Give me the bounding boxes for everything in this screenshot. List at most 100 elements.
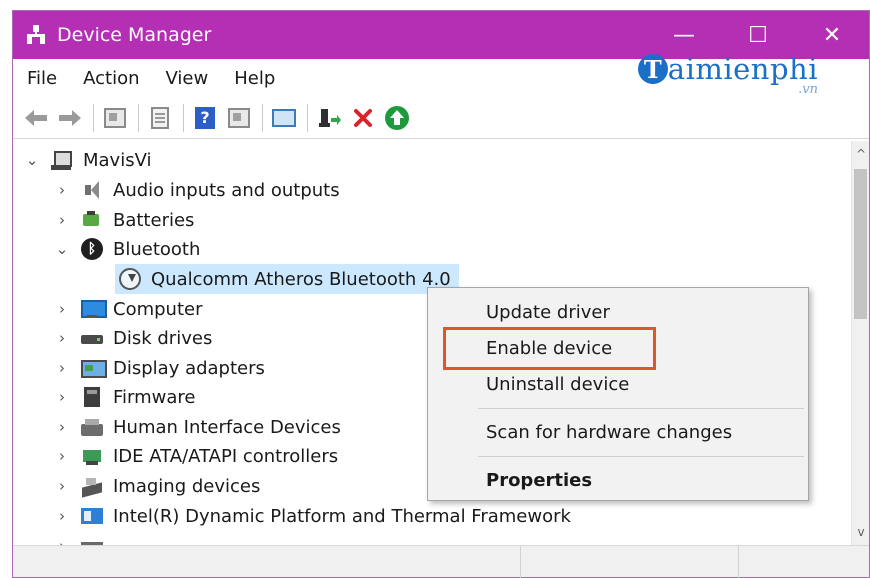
- scan-hardware-button[interactable]: [269, 103, 299, 133]
- tree-item-batteries[interactable]: › Batteries: [53, 205, 194, 235]
- toolbar-separator: [307, 103, 308, 132]
- chevron-right-icon[interactable]: ›: [53, 388, 71, 406]
- chevron-right-icon[interactable]: ›: [53, 300, 71, 318]
- tree-item-qualcomm-bluetooth[interactable]: Qualcomm Atheros Bluetooth 4.0: [115, 264, 459, 294]
- tree-root-row[interactable]: ⌄ MavisVi: [23, 145, 152, 175]
- tree-root-label: MavisVi: [83, 149, 152, 171]
- tree-item-display-adapters[interactable]: › Display adapters: [53, 353, 265, 383]
- vertical-scrollbar[interactable]: ^ v: [851, 141, 869, 545]
- status-bar: [13, 545, 869, 578]
- close-icon: ✕: [822, 22, 842, 48]
- chevron-right-icon[interactable]: ›: [53, 181, 71, 199]
- tree-item-label: Batteries: [113, 209, 195, 231]
- tree-item-intel-platform[interactable]: › Intel(R) Dynamic Platform and Thermal …: [53, 501, 571, 531]
- menu-file[interactable]: File: [13, 68, 70, 89]
- document-icon: [151, 106, 169, 129]
- chevron-right-icon[interactable]: ›: [53, 537, 71, 545]
- menu-item-scan-hardware[interactable]: Scan for hardware changes: [486, 417, 732, 447]
- menu-item-update-driver[interactable]: Update driver: [486, 297, 610, 327]
- bluetooth-icon: ᛒ: [81, 238, 103, 260]
- tree-item-hid[interactable]: › Human Interface Devices: [53, 412, 341, 442]
- uninstall-icon: [354, 108, 372, 127]
- tree-item-firmware[interactable]: › Firmware: [53, 382, 196, 412]
- chevron-right-icon[interactable]: ›: [53, 329, 71, 347]
- uninstall-device-button[interactable]: [348, 103, 378, 133]
- tree-item-computer[interactable]: › Computer: [53, 294, 202, 324]
- tree-item-label: Audio inputs and outputs: [113, 179, 340, 201]
- forward-button[interactable]: [55, 103, 85, 133]
- chevron-right-icon[interactable]: ›: [53, 447, 71, 465]
- display-adapter-icon: [81, 357, 107, 379]
- menu-view[interactable]: View: [153, 68, 222, 89]
- brand-logo-suffix: .vn: [798, 82, 818, 97]
- back-arrow-icon: [25, 109, 47, 126]
- toolbar-separator: [262, 103, 263, 132]
- help-button[interactable]: ?: [190, 103, 220, 133]
- computer-root-icon: [51, 149, 73, 171]
- help-icon: ?: [195, 106, 215, 129]
- chevron-right-icon[interactable]: ›: [53, 418, 71, 436]
- context-menu: Update driver Enable device Uninstall de…: [427, 287, 809, 501]
- properties-button[interactable]: [145, 103, 175, 133]
- action-pane-icon: [228, 107, 250, 128]
- tree-item-label: Qualcomm Atheros Bluetooth 4.0: [151, 268, 451, 290]
- disk-drive-icon: [81, 327, 103, 349]
- tree-item-bluetooth[interactable]: ⌄ ᛒ Bluetooth: [53, 234, 200, 264]
- hid-icon: [81, 416, 103, 438]
- scroll-thumb[interactable]: [854, 169, 867, 319]
- speaker-icon: [81, 179, 103, 201]
- brand-logo-text: aimienphi: [667, 52, 818, 86]
- scroll-down-icon[interactable]: v: [852, 523, 870, 541]
- tree-item-label: Computer: [113, 298, 203, 320]
- battery-icon: [81, 209, 103, 231]
- chevron-down-icon[interactable]: ⌄: [23, 151, 41, 169]
- monitor-icon: [81, 298, 107, 320]
- firmware-icon: [81, 386, 103, 408]
- chevron-right-icon[interactable]: ›: [53, 477, 71, 495]
- enable-device-button[interactable]: [382, 103, 412, 133]
- tree-item-audio[interactable]: › Audio inputs and outputs: [53, 175, 340, 205]
- tree-item-ide-controllers[interactable]: › IDE ATA/ATAPI controllers: [53, 441, 338, 471]
- keyboard-icon: [81, 535, 103, 545]
- menu-help[interactable]: Help: [221, 68, 288, 89]
- monitor-scan-icon: [272, 108, 296, 127]
- toolbar-separator: [138, 103, 139, 132]
- chevron-down-icon[interactable]: ⌄: [53, 240, 71, 258]
- imaging-device-icon: [81, 475, 103, 497]
- device-manager-icon: [25, 24, 47, 46]
- status-pane-tertiary: [739, 546, 869, 578]
- toolbar: ?: [13, 97, 869, 139]
- show-action-pane-button[interactable]: [224, 103, 254, 133]
- menu-item-properties[interactable]: Properties: [486, 465, 592, 495]
- ide-controller-icon: [81, 445, 103, 467]
- tree-item-label: IDE ATA/ATAPI controllers: [113, 445, 339, 467]
- tree-item-label: Disk drives: [113, 327, 213, 349]
- show-hide-console-tree-button[interactable]: [100, 103, 130, 133]
- menu-separator: [478, 456, 804, 457]
- update-driver-icon: [319, 108, 341, 127]
- tree-item-disk-drives[interactable]: › Disk drives: [53, 323, 212, 353]
- scroll-up-icon[interactable]: ^: [852, 145, 870, 163]
- tree-item-label: Firmware: [113, 386, 196, 408]
- status-pane-secondary: [521, 546, 739, 578]
- status-pane-main: [13, 546, 521, 578]
- chevron-right-icon[interactable]: ›: [53, 507, 71, 525]
- tree-item-label: Bluetooth: [113, 238, 201, 260]
- back-button[interactable]: [21, 103, 51, 133]
- tree-item-imaging-devices[interactable]: › Imaging devices: [53, 471, 260, 501]
- enable-device-highlight: [443, 327, 656, 370]
- enable-icon: [385, 105, 409, 130]
- window-title: Device Manager: [57, 24, 212, 46]
- menu-separator: [478, 408, 804, 409]
- toolbar-separator: [93, 103, 94, 132]
- tree-item-label: Intel(R) Dynamic Platform and Thermal Fr…: [113, 505, 571, 527]
- update-driver-button[interactable]: [314, 103, 344, 133]
- chevron-right-icon[interactable]: ›: [53, 211, 71, 229]
- properties-pane-icon: [104, 107, 126, 128]
- tree-item-label: Human Interface Devices: [113, 416, 341, 438]
- tree-item-label: Display adapters: [113, 357, 265, 379]
- tree-item-partial[interactable]: ›: [53, 531, 113, 545]
- menu-item-uninstall-device[interactable]: Uninstall device: [486, 369, 629, 399]
- chevron-right-icon[interactable]: ›: [53, 359, 71, 377]
- menu-action[interactable]: Action: [70, 68, 152, 89]
